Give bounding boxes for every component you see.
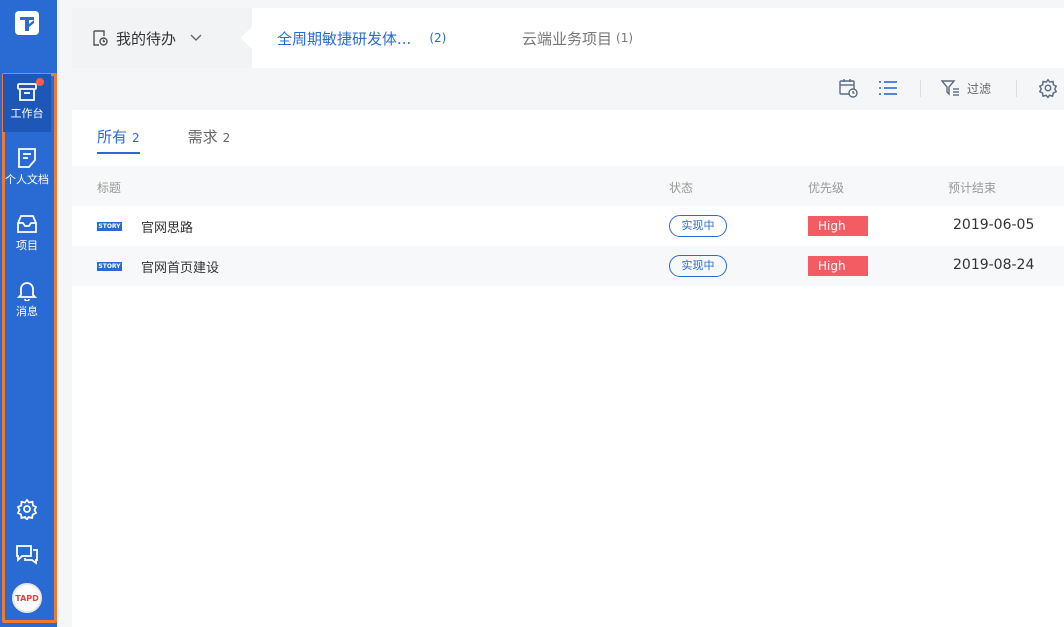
due-date: 2019-08-24 xyxy=(953,257,1035,273)
todo-list-icon xyxy=(93,30,108,46)
view-settings-button[interactable] xyxy=(1038,78,1058,98)
list-icon xyxy=(879,81,897,95)
project-tabs-bar: 我的待办 全周期敏捷研发体... (2) 云端业务项目 (1) xyxy=(72,8,1064,68)
calendar-clock-icon xyxy=(839,79,858,98)
column-status[interactable]: 状态 xyxy=(669,179,693,196)
my-todo-label: 我的待办 xyxy=(116,29,177,48)
toolbar-divider xyxy=(920,80,921,97)
story-tag: STORY xyxy=(97,262,122,271)
todo-panel: 所有 2 需求 2 标题 状态 优先级 预计结束 STORY 官网思路 实现中 Hi… xyxy=(72,110,1064,627)
column-priority[interactable]: 优先级 xyxy=(808,179,844,196)
priority-badge[interactable]: High xyxy=(808,256,868,276)
tab-requirements[interactable]: 需求 2 xyxy=(188,126,231,154)
table-row[interactable]: STORY 官网思路 实现中 High 2019-06-05 xyxy=(72,206,1064,246)
avatar: TAPD xyxy=(12,583,42,613)
sidebar-item-messages[interactable]: 消息 xyxy=(3,272,51,330)
sidebar-item-workbench[interactable]: 工作台 xyxy=(3,74,51,132)
bell-icon xyxy=(16,282,38,301)
row-title[interactable]: 官网思路 xyxy=(141,217,193,236)
inbox-icon xyxy=(17,215,37,233)
filter-label: 过滤 xyxy=(967,81,992,96)
sidebar-item-label: 个人文档 xyxy=(5,173,49,186)
feedback-button[interactable] xyxy=(3,543,51,565)
sidebar-item-label: 消息 xyxy=(16,305,38,318)
calendar-view-button[interactable] xyxy=(838,78,858,98)
archive-icon xyxy=(17,83,37,101)
tab-project-cloud[interactable]: 云端业务项目 (1) xyxy=(522,8,633,68)
due-date: 2019-06-05 xyxy=(953,217,1035,233)
sidebar: 工作台 个人文档 项目 消息 TAPD xyxy=(0,0,57,627)
gear-icon xyxy=(1038,78,1058,98)
sidebar-item-label: 项目 xyxy=(16,239,38,252)
type-tabs: 所有 2 需求 2 xyxy=(97,126,278,154)
status-badge[interactable]: 实现中 xyxy=(669,215,727,237)
document-icon xyxy=(18,148,36,168)
table-header: 标题 状态 优先级 预计结束 xyxy=(72,166,1064,206)
column-due-date[interactable]: 预计结束 xyxy=(948,179,996,196)
view-toolbar: 过滤 xyxy=(72,68,1064,108)
gear-icon xyxy=(16,498,38,520)
user-avatar[interactable]: TAPD xyxy=(3,583,51,613)
app-logo-icon[interactable] xyxy=(14,10,40,36)
story-tag: STORY xyxy=(97,222,122,231)
chat-icon xyxy=(16,545,38,565)
filter-button[interactable]: 过滤 xyxy=(941,78,991,98)
sidebar-item-label: 工作台 xyxy=(10,107,44,120)
status-badge[interactable]: 实现中 xyxy=(669,255,727,277)
column-title[interactable]: 标题 xyxy=(97,179,121,196)
toolbar-divider xyxy=(1016,80,1017,97)
sidebar-item-projects[interactable]: 项目 xyxy=(3,206,51,264)
list-view-button[interactable] xyxy=(878,78,898,98)
table-row[interactable]: STORY 官网首页建设 实现中 High 2019-08-24 xyxy=(72,246,1064,286)
priority-badge[interactable]: High xyxy=(808,216,868,236)
filter-icon xyxy=(941,80,959,96)
settings-button[interactable] xyxy=(3,498,51,520)
tab-all[interactable]: 所有 2 xyxy=(97,126,140,154)
chevron-down-icon xyxy=(190,34,202,41)
notification-dot xyxy=(36,78,44,86)
my-todo-selector[interactable]: 我的待办 xyxy=(72,8,252,68)
sidebar-item-personal-docs[interactable]: 个人文档 xyxy=(3,140,51,198)
tab-project-agile[interactable]: 全周期敏捷研发体... (2) xyxy=(277,8,446,68)
row-title[interactable]: 官网首页建设 xyxy=(141,257,219,276)
